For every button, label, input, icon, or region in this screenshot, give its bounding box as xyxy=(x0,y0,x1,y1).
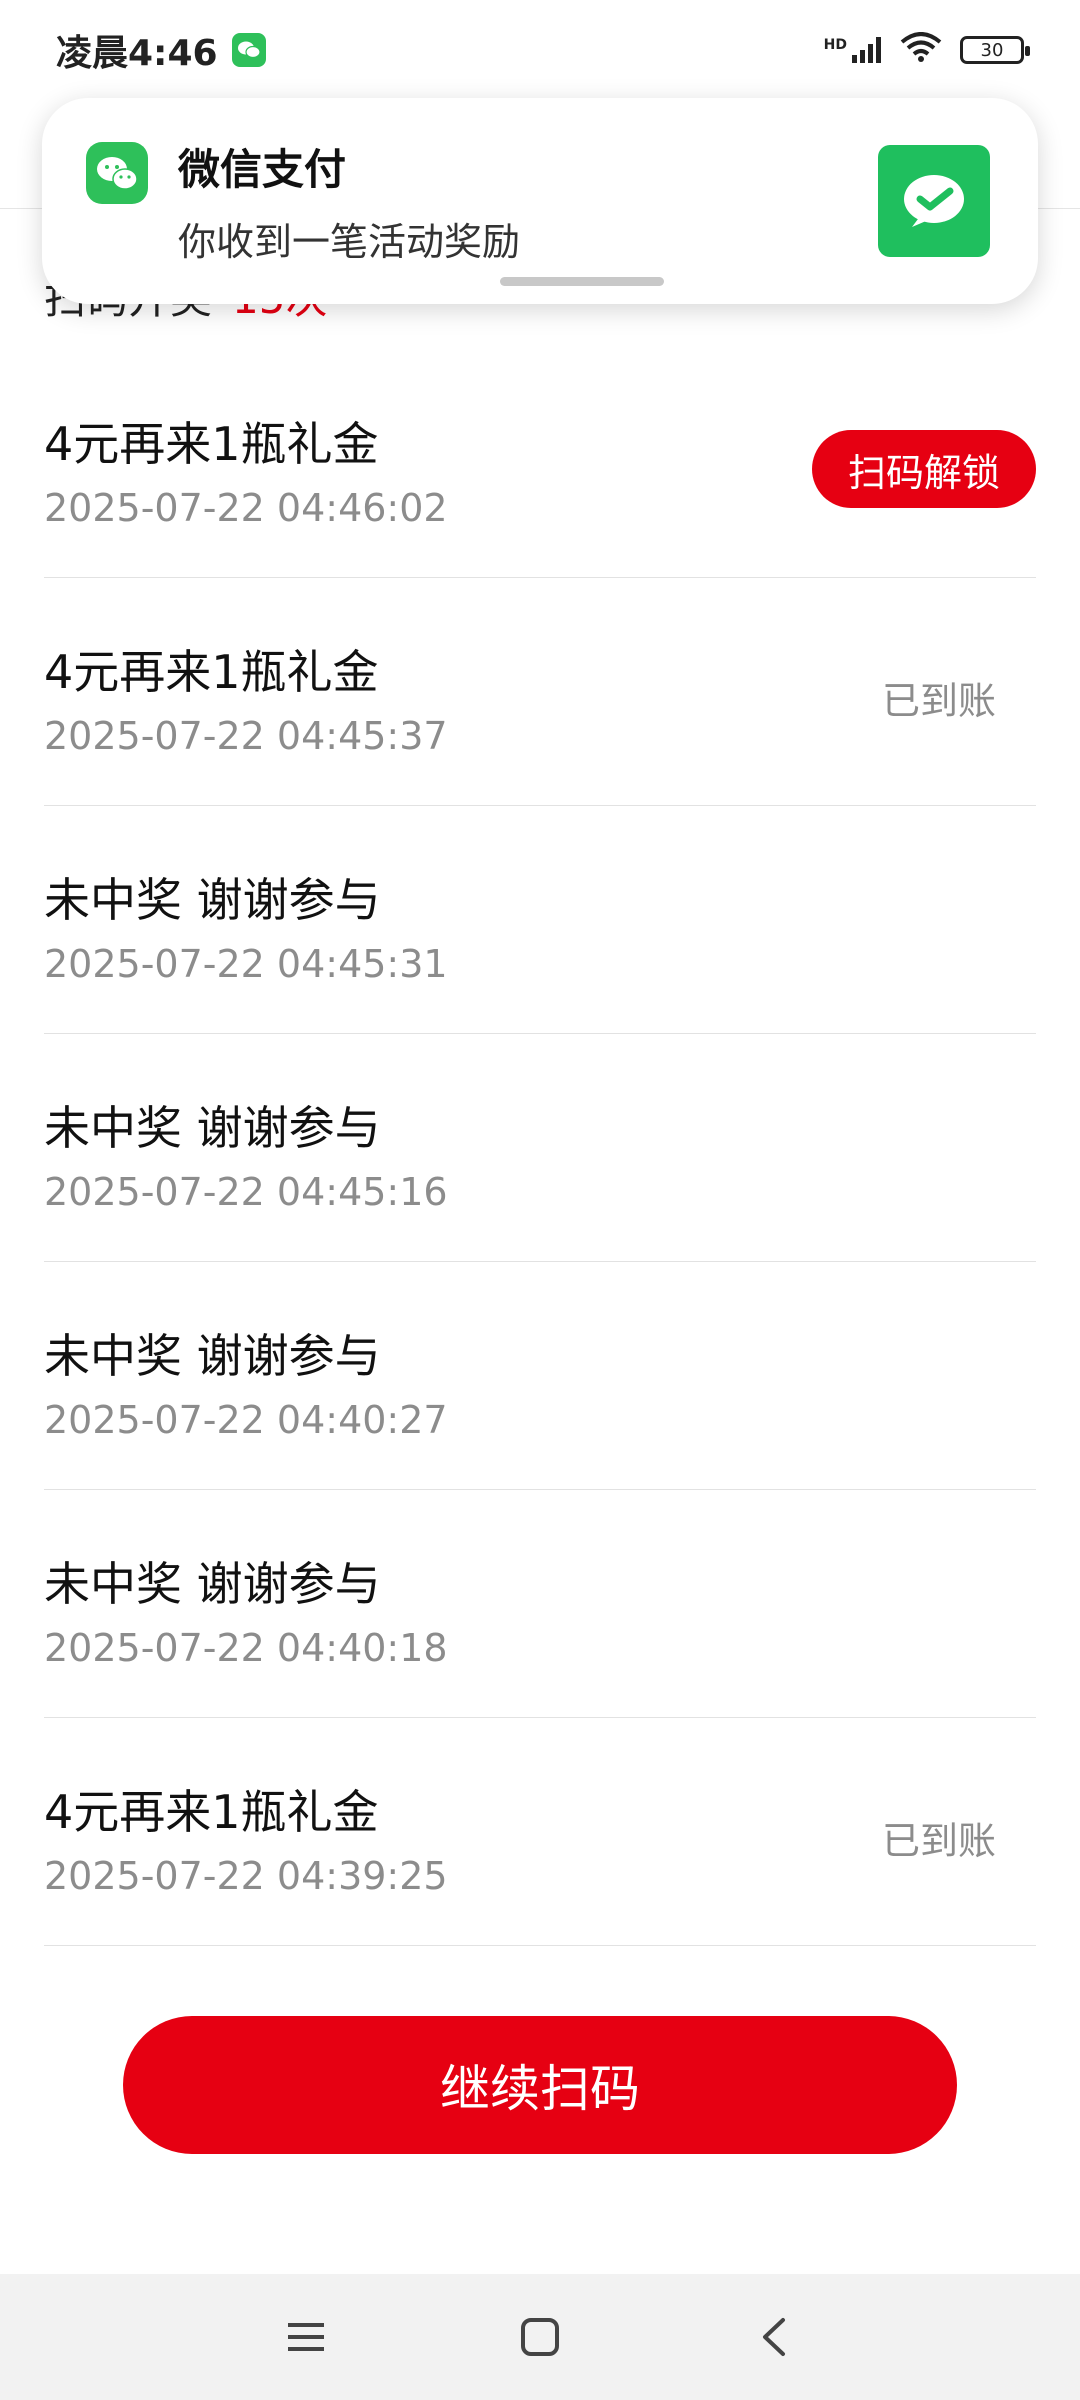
status-time: 凌晨4:46 xyxy=(56,33,218,74)
list-item: 4元再来1瓶礼金 2025-07-22 04:45:37 已到账 xyxy=(44,578,1036,806)
credited-status: 已到账 xyxy=(881,679,996,723)
record-time: 2025-07-22 04:46:02 xyxy=(44,486,448,530)
wechat-notification-icon xyxy=(231,33,266,67)
record-title: 4元再来1瓶礼金 xyxy=(44,645,379,699)
record-title: 未中奖 谢谢参与 xyxy=(44,1329,381,1383)
record-time: 2025-07-22 04:40:18 xyxy=(44,1626,448,1670)
record-list: 4元再来1瓶礼金 2025-07-22 04:46:02 扫码解锁 4元再来1瓶… xyxy=(0,350,1080,1946)
status-bar: 凌晨4:46 HD 30 xyxy=(0,0,1080,100)
notification-title: 微信支付 xyxy=(178,145,347,194)
continue-scan-button[interactable]: 继续扫码 xyxy=(123,2016,957,2154)
record-time: 2025-07-22 04:45:16 xyxy=(44,1170,448,1214)
list-item: 未中奖 谢谢参与 2025-07-22 04:45:31 xyxy=(44,806,1036,1034)
wechat-pay-icon xyxy=(878,145,990,257)
record-time: 2025-07-22 04:40:27 xyxy=(44,1398,448,1442)
menu-icon[interactable] xyxy=(276,2307,336,2367)
wifi-icon xyxy=(900,30,942,71)
list-item: 未中奖 谢谢参与 2025-07-22 04:45:16 xyxy=(44,1034,1036,1262)
list-item: 未中奖 谢谢参与 2025-07-22 04:40:18 xyxy=(44,1490,1036,1718)
record-title: 4元再来1瓶礼金 xyxy=(44,1785,379,1839)
credited-status: 已到账 xyxy=(881,1819,996,1863)
battery-level: 30 xyxy=(980,39,1004,61)
record-title: 未中奖 谢谢参与 xyxy=(44,1101,381,1155)
record-time: 2025-07-22 04:39:25 xyxy=(44,1854,448,1898)
list-item: 4元再来1瓶礼金 2025-07-22 04:46:02 扫码解锁 xyxy=(44,350,1036,578)
back-icon[interactable] xyxy=(744,2307,804,2367)
list-item: 4元再来1瓶礼金 2025-07-22 04:39:25 已到账 xyxy=(44,1718,1036,1946)
record-time: 2025-07-22 04:45:31 xyxy=(44,942,448,986)
system-nav-bar xyxy=(0,2274,1080,2400)
record-title: 4元再来1瓶礼金 xyxy=(44,417,379,471)
record-title: 未中奖 谢谢参与 xyxy=(44,873,381,927)
notification-drag-handle[interactable] xyxy=(500,277,664,286)
scan-unlock-button[interactable]: 扫码解锁 xyxy=(811,430,1036,508)
record-title: 未中奖 谢谢参与 xyxy=(44,1557,381,1611)
home-icon[interactable] xyxy=(510,2307,570,2367)
record-time: 2025-07-22 04:45:37 xyxy=(44,714,448,758)
list-item: 未中奖 谢谢参与 2025-07-22 04:40:27 xyxy=(44,1262,1036,1490)
battery-icon: 30 xyxy=(960,36,1030,64)
wechat-icon xyxy=(86,142,148,204)
signal-icon: HD xyxy=(824,37,882,63)
hd-label: HD xyxy=(823,37,847,53)
wechat-pay-notification[interactable]: 微信支付 你收到一笔活动奖励 xyxy=(42,98,1038,304)
notification-message: 你收到一笔活动奖励 xyxy=(178,220,521,264)
